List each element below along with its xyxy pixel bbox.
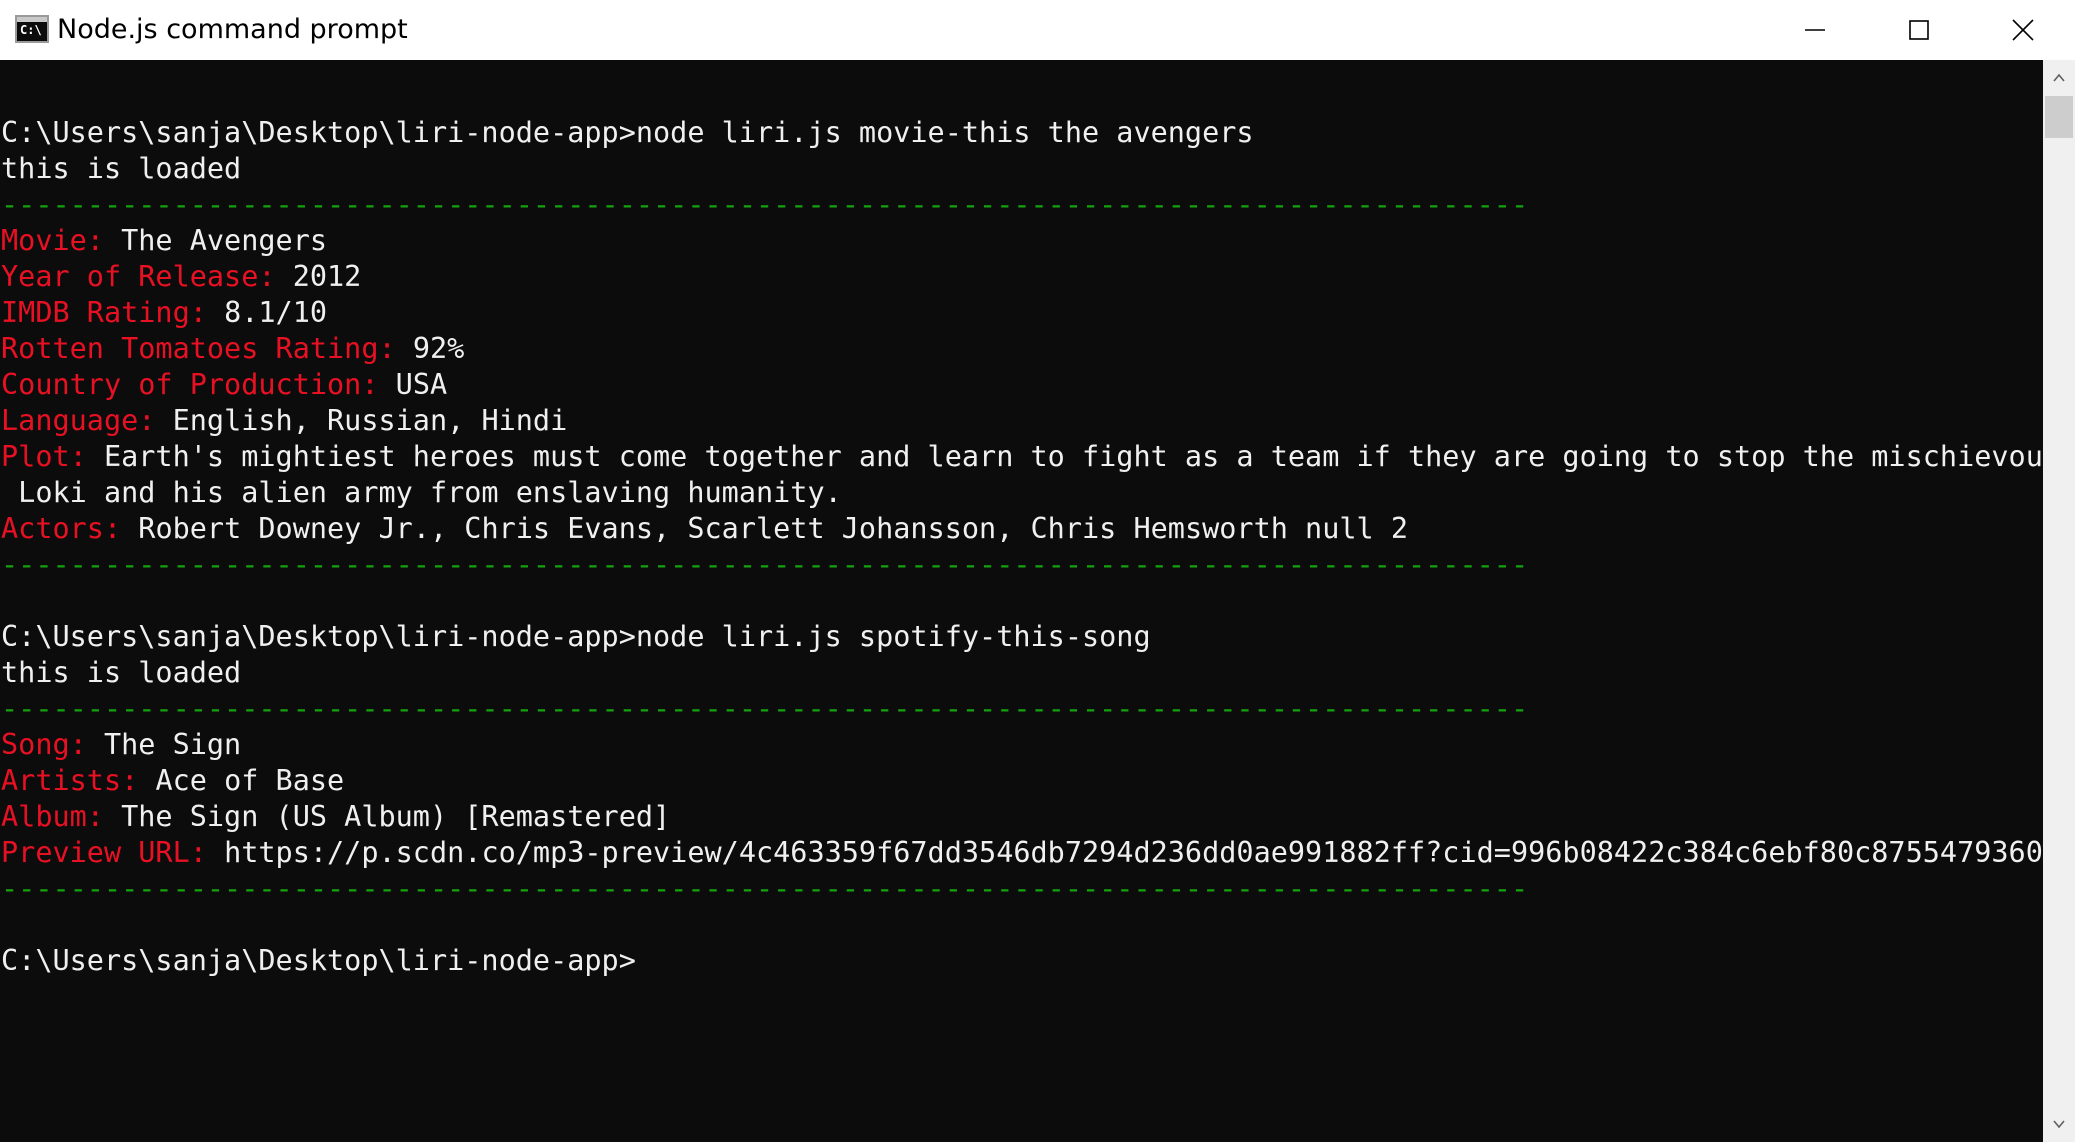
console-window: C:\ Node.js command prompt C:\Users\sanj… xyxy=(0,0,2075,1142)
chevron-up-icon xyxy=(2053,73,2065,82)
console-output[interactable]: C:\Users\sanja\Desktop\liri-node-app>nod… xyxy=(0,60,2043,1142)
output-field-language: Language: English, Russian, Hindi xyxy=(1,403,567,439)
field-value: https://p.scdn.co/mp3-preview/4c463359f6… xyxy=(224,836,2043,869)
output-field-rotten-tomatoes: Rotten Tomatoes Rating: 92% xyxy=(1,331,464,367)
output-field-plot: Plot: Earth's mightiest heroes must come… xyxy=(1,439,2043,475)
field-value: The Avengers xyxy=(121,224,328,257)
command-prompt-input[interactable]: C:\Users\sanja\Desktop\liri-node-app> xyxy=(1,943,636,979)
field-label: Year of Release: xyxy=(1,260,293,293)
window-title: Node.js command prompt xyxy=(57,14,408,45)
field-label: IMDB Rating: xyxy=(1,296,225,329)
output-field-album: Album: The Sign (US Album) [Remastered] xyxy=(1,799,670,835)
field-value: Robert Downey Jr., Chris Evans, Scarlett… xyxy=(138,512,1409,545)
output-field-song: Song: The Sign xyxy=(1,727,241,763)
status-text: this is loaded xyxy=(1,152,242,185)
field-label: Artists: xyxy=(1,764,156,797)
scrollbar-thumb[interactable] xyxy=(2045,96,2073,138)
separator-line: ----------------------------------------… xyxy=(1,692,1529,725)
separator-line: ----------------------------------------… xyxy=(1,872,1529,905)
field-label: Album: xyxy=(1,800,122,833)
command-line: C:\Users\sanja\Desktop\liri-node-app>nod… xyxy=(1,620,1151,653)
output-field-artists: Artists: Ace of Base xyxy=(1,763,344,799)
field-value: The Sign (US Album) [Remastered] xyxy=(121,800,671,833)
field-value: 8.1/10 xyxy=(224,296,328,329)
field-label: Preview URL: xyxy=(1,836,225,869)
chevron-down-icon xyxy=(2053,1120,2065,1129)
separator-line: ----------------------------------------… xyxy=(1,548,1529,581)
title-bar[interactable]: C:\ Node.js command prompt xyxy=(0,0,2075,60)
close-icon xyxy=(2012,19,2034,41)
status-text: this is loaded xyxy=(1,656,242,689)
scroll-up-button[interactable] xyxy=(2043,60,2075,96)
minimize-button[interactable] xyxy=(1763,0,1867,60)
output-field-country: Country of Production: USA xyxy=(1,367,447,403)
field-label: Movie: xyxy=(1,224,122,257)
maximize-icon xyxy=(1909,20,1929,40)
field-value: The Sign xyxy=(103,728,242,761)
output-field-actors: Actors: Robert Downey Jr., Chris Evans, … xyxy=(1,511,1408,547)
output-field-preview-url: Preview URL: https://p.scdn.co/mp3-previ… xyxy=(1,835,2043,871)
field-value: Earth's mightiest heroes must come toget… xyxy=(103,440,2043,473)
scroll-down-button[interactable] xyxy=(2043,1106,2075,1142)
separator-line: ----------------------------------------… xyxy=(1,188,1529,221)
field-value: 92% xyxy=(412,332,465,365)
maximize-button[interactable] xyxy=(1867,0,1971,60)
minimize-icon xyxy=(1805,29,1825,31)
command-line: C:\Users\sanja\Desktop\liri-node-app>nod… xyxy=(1,116,1254,149)
field-label: Rotten Tomatoes Rating: xyxy=(1,332,413,365)
cmd-prompt-icon: C:\ xyxy=(15,15,49,43)
field-value: 2012 xyxy=(292,260,362,293)
output-field-movie: Movie: The Avengers xyxy=(1,223,327,259)
field-label: Song: xyxy=(1,728,104,761)
field-value: USA xyxy=(395,368,448,401)
field-label: Actors: xyxy=(1,512,139,545)
field-value: English, Russian, Hindi xyxy=(172,404,568,437)
output-field-imdb: IMDB Rating: 8.1/10 xyxy=(1,295,327,331)
field-label: Country of Production: xyxy=(1,368,396,401)
vertical-scrollbar[interactable] xyxy=(2043,60,2075,1142)
close-button[interactable] xyxy=(1971,0,2075,60)
field-label: Plot: xyxy=(1,440,104,473)
output-field-plot-continued: Loki and his alien army from enslaving h… xyxy=(1,476,842,509)
output-field-year: Year of Release: 2012 xyxy=(1,259,361,295)
field-value: Ace of Base xyxy=(155,764,345,797)
field-label: Language: xyxy=(1,404,173,437)
